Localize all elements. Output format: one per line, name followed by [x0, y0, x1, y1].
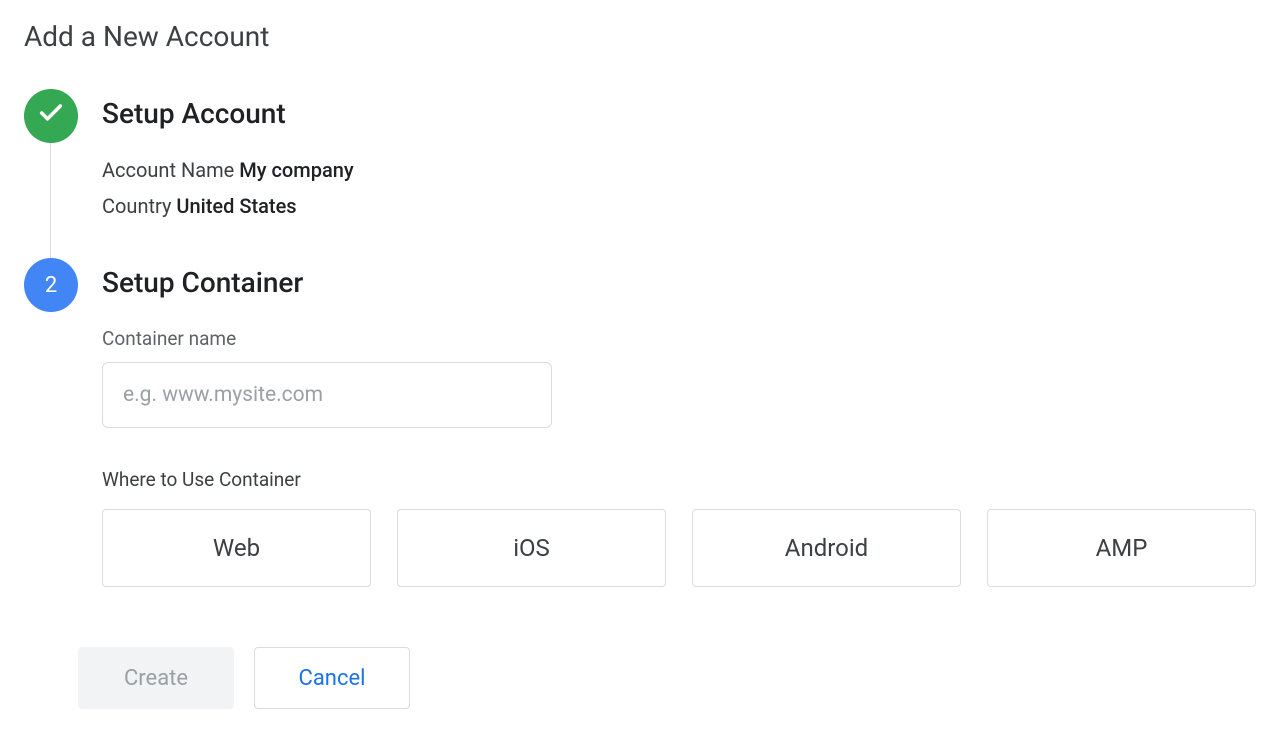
form-actions: Create Cancel [24, 647, 1256, 709]
container-usage-group: Where to Use Container Web iOS Android A… [102, 468, 1256, 587]
country-label: Country [102, 194, 171, 218]
where-to-use-label: Where to Use Container [102, 468, 1256, 491]
account-name-label: Account Name [102, 158, 234, 182]
account-name-summary: Account Name My company [102, 158, 1256, 182]
step-setup-account: Setup Account Account Name My company Co… [24, 89, 1256, 258]
option-web[interactable]: Web [102, 509, 371, 587]
step-indicator-done [24, 89, 78, 143]
account-name-value: My company [239, 158, 353, 182]
container-name-label: Container name [102, 327, 1256, 350]
step-setup-container: 2 Setup Container Container name Where t… [24, 258, 1256, 615]
cancel-button[interactable]: Cancel [254, 647, 410, 709]
container-name-input[interactable] [102, 362, 552, 428]
country-value: United States [176, 194, 296, 218]
option-android[interactable]: Android [692, 509, 961, 587]
container-usage-options: Web iOS Android AMP [102, 509, 1256, 587]
step-title-setup-account: Setup Account [102, 89, 1256, 130]
page-title: Add a New Account [24, 20, 1256, 53]
stepper: Setup Account Account Name My company Co… [24, 89, 1256, 615]
create-button[interactable]: Create [78, 647, 234, 709]
check-icon [37, 99, 65, 133]
option-amp[interactable]: AMP [987, 509, 1256, 587]
step-number: 2 [45, 273, 57, 298]
container-name-group: Container name [102, 327, 1256, 428]
step-indicator-active: 2 [24, 258, 78, 312]
option-ios[interactable]: iOS [397, 509, 666, 587]
country-summary: Country United States [102, 194, 1256, 218]
step-title-setup-container: Setup Container [102, 258, 1256, 299]
